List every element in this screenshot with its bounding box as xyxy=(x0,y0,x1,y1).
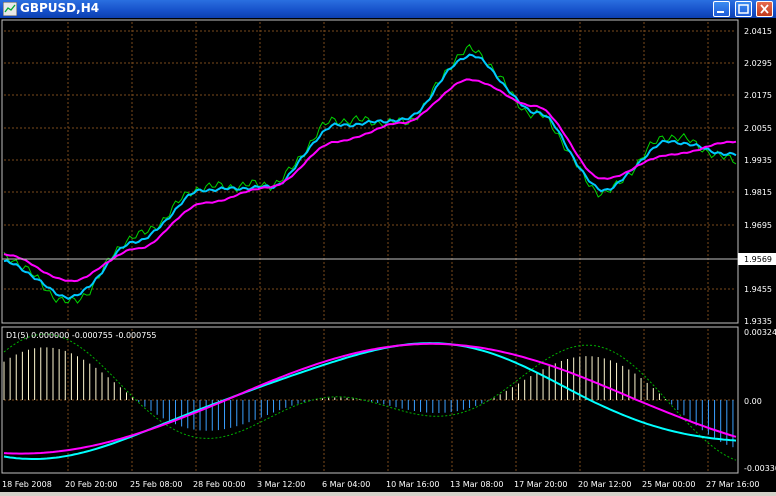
time-label: 27 Mar 16:00 xyxy=(706,480,759,489)
close-icon xyxy=(760,4,769,14)
time-label: 20 Mar 12:00 xyxy=(578,480,631,489)
maximize-button[interactable] xyxy=(735,1,752,17)
current-price-label: 1.9569 xyxy=(744,255,772,264)
price-label: 2.0415 xyxy=(744,27,772,36)
indicator-value-label: -0.00330 xyxy=(744,464,776,473)
minimize-button[interactable] xyxy=(713,1,730,17)
indicator-value-label: 0.00324 xyxy=(744,328,776,337)
close-button[interactable] xyxy=(756,1,773,17)
window-title: GBPUSD,H4 xyxy=(20,1,100,15)
time-axis: 18 Feb 2008 20 Feb 20:00 25 Feb 08:00 28… xyxy=(2,480,759,489)
indicator-value-label: 0.00 xyxy=(744,397,762,406)
price-label: 1.9695 xyxy=(744,221,772,230)
price-label: 1.9815 xyxy=(744,188,772,197)
price-axis: 2.0415 2.0295 2.0175 2.0055 1.9935 1.981… xyxy=(744,27,772,326)
chart-canvas[interactable]: 2.0415 2.0295 2.0175 2.0055 1.9935 1.981… xyxy=(0,18,776,492)
price-label: 2.0295 xyxy=(744,59,772,68)
price-label: 2.0175 xyxy=(744,91,772,100)
time-label: 6 Mar 04:00 xyxy=(322,480,370,489)
title-bar: GBPUSD,H4 xyxy=(0,0,776,18)
chart-window-icon xyxy=(3,2,17,16)
maximize-icon xyxy=(738,4,749,14)
time-label: 10 Mar 16:00 xyxy=(386,480,439,489)
time-label: 25 Feb 08:00 xyxy=(130,480,182,489)
time-label: 13 Mar 08:00 xyxy=(450,480,503,489)
indicator-label: D1(5) 0.000000 -0.000755 -0.000755 xyxy=(6,331,157,340)
time-label: 3 Mar 12:00 xyxy=(257,480,305,489)
price-label: 1.9335 xyxy=(744,317,772,326)
time-label: 25 Mar 00:00 xyxy=(642,480,695,489)
chart-area[interactable]: 2.0415 2.0295 2.0175 2.0055 1.9935 1.981… xyxy=(0,18,776,492)
indicator-axis: 0.00324 0.00 -0.00330 xyxy=(744,328,776,473)
price-label: 2.0055 xyxy=(744,124,772,133)
price-label: 1.9455 xyxy=(744,285,772,294)
time-label: 28 Feb 00:00 xyxy=(193,480,245,489)
time-label: 18 Feb 2008 xyxy=(2,480,52,489)
price-label: 1.9935 xyxy=(744,156,772,165)
time-label: 17 Mar 20:00 xyxy=(514,480,567,489)
minimize-icon xyxy=(717,11,724,13)
time-label: 20 Feb 20:00 xyxy=(65,480,117,489)
